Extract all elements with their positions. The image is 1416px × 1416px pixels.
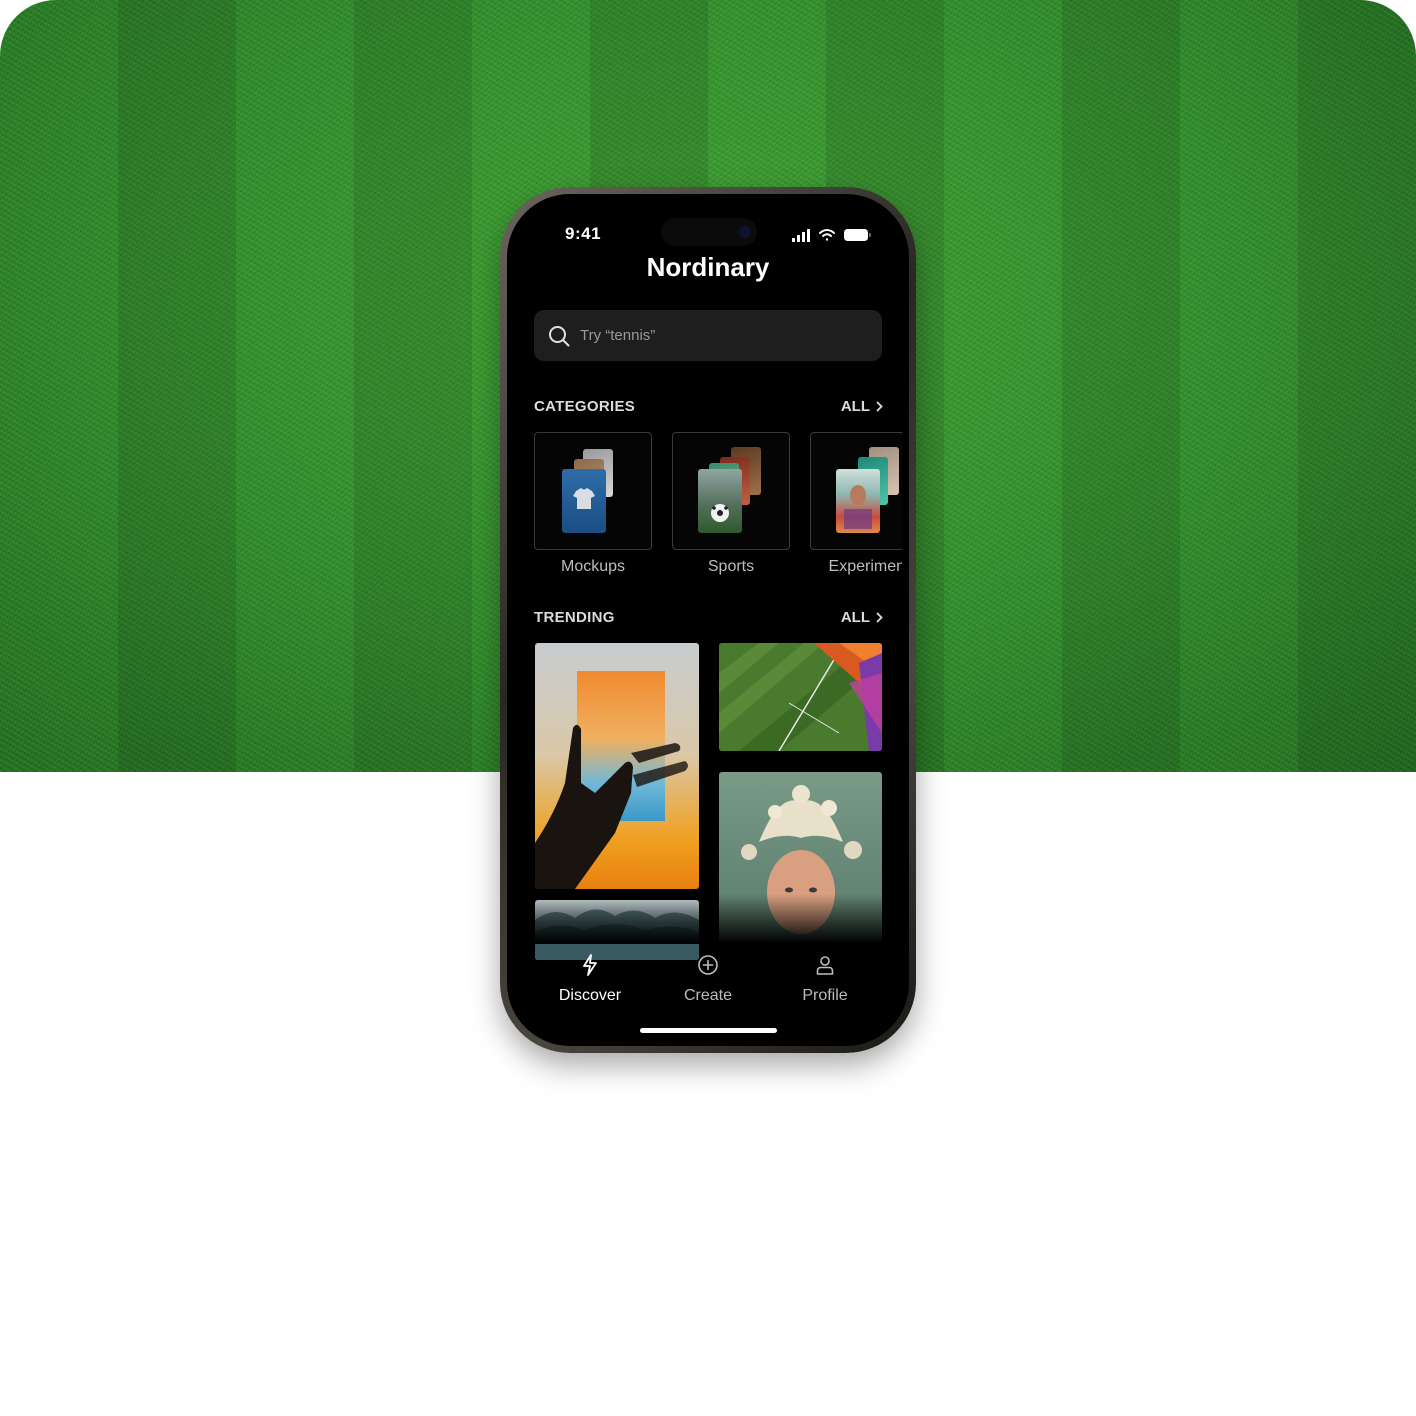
category-mockups[interactable]: Mockups (534, 432, 652, 576)
tshirt-mockup-thumbnail (562, 469, 606, 533)
category-label: Mockups (560, 558, 626, 575)
battery-icon (844, 229, 871, 241)
app-title: Nordinary (646, 252, 770, 282)
search-icon (549, 326, 570, 347)
camera-dot (739, 226, 751, 238)
content-fade (507, 894, 909, 944)
person-icon (816, 956, 834, 975)
trending-all-label: ALL (840, 609, 870, 626)
trending-item-tennis-court[interactable] (719, 643, 882, 751)
trending-all-link[interactable]: ALL (841, 609, 883, 626)
lightning-icon (583, 954, 597, 976)
chevron-right-icon (876, 401, 883, 412)
soccer-ball-thumbnail (698, 469, 742, 533)
category-label: Experiment (828, 558, 902, 575)
soccer-ball-icon (711, 504, 729, 522)
wifi-icon (819, 229, 835, 241)
signal-icon (792, 229, 810, 242)
tab-discover[interactable]: Discover (535, 954, 645, 1005)
categories-heading: CATEGORIES (534, 398, 636, 415)
category-tile (810, 432, 902, 550)
experimental-portrait-thumbnail (836, 469, 880, 533)
phone-frame: 9:41 Nordinary Try “tennis” CATEGORIES A… (500, 187, 916, 1053)
trending-item-hand-card[interactable] (535, 643, 699, 889)
status-icons (792, 229, 871, 242)
category-experiment[interactable]: Experiment (810, 432, 902, 576)
trending-heading: TRENDING (534, 609, 615, 626)
portrait-icon (844, 485, 872, 529)
search-bar[interactable] (534, 310, 882, 361)
home-indicator (640, 1028, 777, 1033)
status-time: 9:41 (565, 224, 602, 243)
categories-carousel[interactable]: Mockups Sports Experiment (534, 432, 902, 582)
search-input[interactable] (580, 310, 870, 361)
plus-circle-icon (698, 955, 718, 975)
tab-label: Profile (802, 987, 848, 1004)
chevron-right-icon (876, 612, 883, 623)
category-tile (672, 432, 790, 550)
categories-all-link[interactable]: ALL (841, 398, 883, 415)
categories-all-label: ALL (840, 398, 870, 415)
aerial-tennis-court-image (719, 643, 882, 751)
category-sports[interactable]: Sports (672, 432, 790, 576)
category-tile (534, 432, 652, 550)
app-screen: 9:41 Nordinary Try “tennis” CATEGORIES A… (507, 194, 909, 1046)
category-label: Sports (707, 558, 755, 575)
tab-label: Create (683, 987, 733, 1004)
tshirt-icon (573, 488, 595, 509)
tab-create[interactable]: Create (653, 954, 763, 1005)
tab-profile[interactable]: Profile (770, 954, 880, 1005)
tab-label: Discover (558, 987, 622, 1004)
hand-holding-card-image (535, 671, 688, 889)
